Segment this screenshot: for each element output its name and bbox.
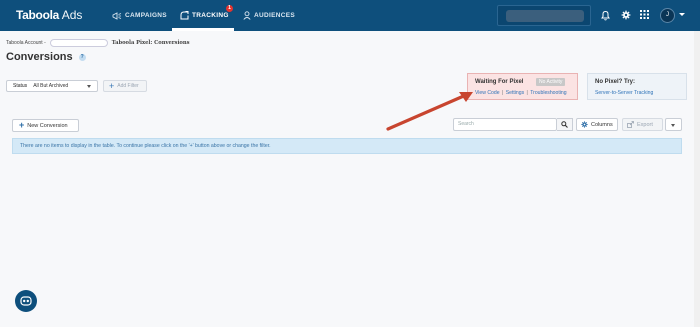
apps-grid-icon[interactable] bbox=[640, 10, 649, 19]
nav-audiences[interactable]: AUDIENCES bbox=[243, 0, 295, 31]
status-filter-value: All But Archived bbox=[33, 83, 69, 89]
breadcrumb-account-label: Taboola Account - bbox=[6, 40, 46, 46]
account-name-redacted bbox=[506, 10, 584, 22]
empty-table-message: There are no items to display in the tab… bbox=[12, 138, 682, 154]
export-icon bbox=[627, 121, 634, 128]
pixel-activity-badge: No Activity bbox=[536, 78, 566, 86]
account-selector[interactable] bbox=[497, 5, 591, 26]
chat-assistant-button[interactable] bbox=[15, 290, 37, 312]
no-pixel-panel: No Pixel? Try: Server-to-Server Tracking bbox=[587, 73, 687, 100]
user-menu-caret-icon[interactable] bbox=[679, 13, 685, 16]
chat-bot-icon bbox=[20, 296, 32, 306]
server-to-server-link[interactable]: Server-to-Server Tracking bbox=[595, 90, 653, 96]
help-icon[interactable]: ? bbox=[78, 53, 86, 61]
pixel-status-panel: Waiting For Pixel No Activity View Code … bbox=[467, 73, 578, 100]
taboola-ads-logo[interactable]: Taboola Ads bbox=[16, 8, 82, 22]
add-filter-label: Add Filter bbox=[117, 83, 139, 89]
no-pixel-title: No Pixel? Try: bbox=[595, 79, 636, 85]
tracking-notification-badge: 1 bbox=[226, 5, 233, 12]
columns-label: Columns bbox=[591, 121, 613, 128]
export-label: Export bbox=[637, 121, 653, 128]
audiences-icon bbox=[243, 11, 251, 20]
settings-link[interactable]: Settings bbox=[506, 90, 524, 96]
export-options-button[interactable] bbox=[665, 118, 682, 131]
logo-suffix: Ads bbox=[61, 8, 83, 22]
nav-tracking-label: TRACKING bbox=[192, 12, 229, 19]
campaigns-icon bbox=[112, 11, 122, 20]
link-separator: | bbox=[501, 90, 504, 96]
tracking-icon bbox=[180, 11, 189, 20]
add-filter-button[interactable]: + Add Filter bbox=[103, 80, 147, 92]
breadcrumb: Taboola Account - Taboola Pixel: Convers… bbox=[6, 39, 190, 47]
search-input[interactable]: Search bbox=[453, 118, 557, 131]
gear-icon bbox=[581, 121, 588, 128]
plus-icon: + bbox=[19, 120, 25, 130]
logo-brand: Taboola bbox=[16, 8, 60, 22]
status-filter-select[interactable]: Status All But Archived bbox=[6, 80, 98, 92]
breadcrumb-current: Taboola Pixel: Conversions bbox=[111, 40, 190, 46]
search-icon bbox=[561, 121, 568, 128]
plus-icon: + bbox=[109, 80, 115, 91]
user-avatar[interactable]: J bbox=[660, 8, 675, 23]
breadcrumb-account-redacted[interactable] bbox=[49, 39, 108, 47]
status-filter-label: Status bbox=[13, 83, 28, 89]
link-separator: | bbox=[526, 90, 528, 96]
chevron-down-icon bbox=[671, 124, 675, 127]
export-button[interactable]: Export bbox=[622, 118, 663, 131]
nav-audiences-label: AUDIENCES bbox=[254, 12, 295, 19]
bell-icon[interactable] bbox=[601, 10, 610, 21]
gear-icon[interactable] bbox=[621, 10, 631, 20]
main-content: Taboola Account - Taboola Pixel: Convers… bbox=[0, 31, 700, 327]
new-conversion-button[interactable]: + New Conversion bbox=[12, 119, 79, 132]
page-scrollbar[interactable] bbox=[694, 31, 700, 327]
nav-campaigns[interactable]: CAMPAIGNS bbox=[112, 0, 167, 31]
troubleshooting-link[interactable]: Troubleshooting bbox=[530, 90, 566, 96]
new-conversion-label: New Conversion bbox=[27, 122, 68, 129]
pixel-status-title: Waiting For Pixel bbox=[475, 79, 524, 85]
columns-button[interactable]: Columns bbox=[576, 118, 618, 131]
nav-campaigns-label: CAMPAIGNS bbox=[125, 12, 167, 19]
search-button[interactable] bbox=[557, 118, 573, 131]
nav-tracking[interactable]: TRACKING bbox=[180, 0, 229, 31]
page-title-text: Conversions bbox=[6, 51, 73, 63]
pixel-links: View Code | Settings | Troubleshooting bbox=[475, 90, 567, 96]
page-title: Conversions ? bbox=[6, 51, 86, 63]
chevron-down-icon bbox=[87, 85, 91, 88]
top-navigation-bar: Taboola Ads CAMPAIGNS TRACKING 1 AUDIENC… bbox=[0, 0, 700, 31]
